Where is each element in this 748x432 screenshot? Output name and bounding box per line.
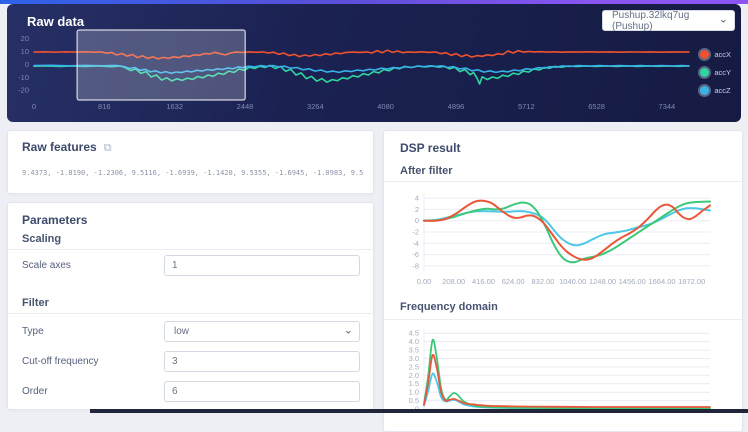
- svg-text:4: 4: [415, 194, 419, 203]
- divider: [8, 313, 373, 314]
- accx-legend-dot-icon: [700, 50, 710, 59]
- svg-text:-6: -6: [412, 250, 419, 259]
- chevron-down-icon: ⌄: [343, 324, 353, 337]
- svg-text:-20: -20: [18, 86, 29, 95]
- legend-item-accz[interactable]: accZ: [700, 84, 731, 97]
- dsp-result-card: DSP result After filter 4 2 0 -2 -4 -6 -8 0.00 2…: [383, 130, 743, 432]
- next-section-edge: [90, 409, 748, 413]
- svg-text:3264: 3264: [307, 102, 324, 111]
- svg-text:4896: 4896: [448, 102, 465, 111]
- after-filter-heading: After filter: [400, 165, 453, 177]
- svg-text:2: 2: [415, 205, 419, 214]
- svg-text:0: 0: [25, 60, 29, 69]
- svg-text:0.00: 0.00: [417, 277, 432, 286]
- legend-label: accX: [714, 50, 731, 59]
- raw-data-title: Raw data: [27, 14, 85, 29]
- scale-axes-input[interactable]: [164, 255, 360, 276]
- svg-text:816: 816: [98, 102, 111, 111]
- divider: [384, 181, 742, 182]
- parameters-card: Parameters Scaling Scale axes Filter Typ…: [7, 202, 374, 410]
- svg-text:0: 0: [32, 102, 36, 111]
- chevron-down-icon: ⌄: [718, 13, 728, 26]
- svg-text:2448: 2448: [237, 102, 254, 111]
- svg-text:-10: -10: [18, 73, 29, 82]
- order-label: Order: [22, 386, 48, 397]
- legend-label: accZ: [714, 86, 731, 95]
- scaling-heading: Scaling: [22, 233, 62, 245]
- filter-heading: Filter: [22, 297, 49, 309]
- legend-item-accx[interactable]: accX: [700, 48, 731, 61]
- legend-item-accy[interactable]: accY: [700, 66, 731, 79]
- raw-features-card: Raw features ⧉ 9.4373, -1.8190, -1.2306, …: [7, 130, 374, 194]
- raw-data-panel: Raw data Pushup.32lkq7ug (Pushup) ⌄ 20 10…: [7, 4, 741, 122]
- svg-text:4080: 4080: [377, 102, 394, 111]
- svg-text:20: 20: [21, 34, 29, 43]
- svg-text:1632: 1632: [166, 102, 183, 111]
- dsp-result-title: DSP result: [400, 141, 461, 155]
- svg-text:1248.00: 1248.00: [589, 277, 616, 286]
- order-input[interactable]: [164, 381, 360, 402]
- cutoff-label: Cut-off frequency: [22, 356, 99, 367]
- copy-icon[interactable]: ⧉: [104, 142, 112, 154]
- svg-text:416.00: 416.00: [472, 277, 495, 286]
- svg-text:-8: -8: [412, 261, 419, 270]
- after-filter-chart: 4 2 0 -2 -4 -6 -8 0.00 208.00 416.00 624.00 832.00 1…: [398, 187, 728, 287]
- accz-legend-dot-icon: [700, 86, 710, 95]
- divider: [8, 249, 373, 250]
- svg-text:0: 0: [415, 216, 419, 225]
- scale-axes-label: Scale axes: [22, 260, 71, 271]
- svg-text:6528: 6528: [588, 102, 605, 111]
- svg-text:10: 10: [21, 47, 29, 56]
- accy-legend-dot-icon: [700, 68, 710, 77]
- divider: [384, 319, 742, 320]
- svg-text:5712: 5712: [518, 102, 535, 111]
- svg-text:832.00: 832.00: [532, 277, 555, 286]
- raw-features-title: Raw features ⧉: [22, 140, 112, 155]
- svg-text:1040.00: 1040.00: [559, 277, 586, 286]
- svg-text:1872.00: 1872.00: [678, 277, 705, 286]
- raw-chart-legend: accX accY accZ: [700, 48, 731, 102]
- cutoff-input[interactable]: [164, 351, 360, 372]
- type-select-value: low: [174, 326, 190, 337]
- type-select[interactable]: low ⌄: [164, 321, 360, 342]
- svg-text:1456.00: 1456.00: [619, 277, 646, 286]
- svg-text:-2: -2: [412, 228, 419, 237]
- raw-data-chart[interactable]: 20 10 0 -10 -20 0 816 1632 2448 3264 4080 4896 5712 6…: [17, 28, 695, 112]
- svg-text:624.00: 624.00: [502, 277, 525, 286]
- frequency-domain-chart: 4.54.03.53.02.52.01.51.00.50: [398, 323, 728, 414]
- svg-text:7344: 7344: [659, 102, 676, 111]
- raw-features-title-text: Raw features: [22, 140, 97, 154]
- svg-text:208.00: 208.00: [442, 277, 465, 286]
- frequency-domain-heading: Frequency domain: [400, 301, 498, 313]
- svg-text:1664.00: 1664.00: [648, 277, 675, 286]
- svg-text:-4: -4: [412, 239, 419, 248]
- parameters-title: Parameters: [22, 213, 88, 227]
- raw-features-values: 9.4373, -1.8190, -1.2306, 9.5116, -1.693…: [22, 169, 363, 177]
- type-label: Type: [22, 326, 44, 337]
- legend-label: accY: [714, 68, 731, 77]
